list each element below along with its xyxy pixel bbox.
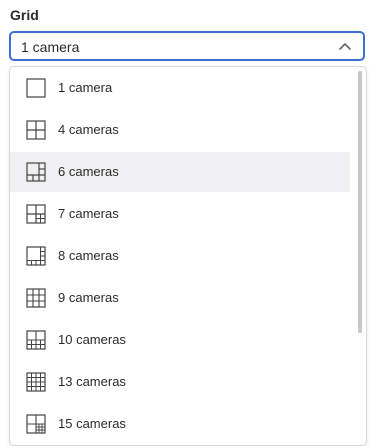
grid-10-icon	[26, 330, 46, 350]
option-8-cameras[interactable]: 8 cameras	[10, 236, 350, 276]
grid-dropdown-list[interactable]: 1 camera 4 cameras 6 cameras 7 cameras 8…	[9, 66, 367, 446]
option-label: 9 cameras	[58, 290, 119, 305]
option-label: 15 cameras	[58, 416, 126, 431]
grid-7-icon	[26, 204, 46, 224]
option-label: 4 cameras	[58, 122, 119, 137]
option-label: 1 camera	[58, 80, 113, 95]
field-label: Grid	[10, 7, 39, 23]
grid-1-icon	[26, 78, 46, 98]
option-7-cameras[interactable]: 7 cameras	[10, 194, 350, 234]
option-9-cameras[interactable]: 9 cameras	[10, 278, 350, 318]
select-value: 1 camera	[21, 39, 80, 55]
option-label: 10 cameras	[58, 332, 126, 347]
option-13-cameras[interactable]: 13 cameras	[10, 362, 350, 402]
grid-9-icon	[26, 288, 46, 308]
option-label: 6 cameras	[58, 164, 119, 179]
option-4-cameras[interactable]: 4 cameras	[10, 110, 350, 150]
grid-4-icon	[26, 120, 46, 140]
option-label: 13 cameras	[58, 374, 126, 389]
grid-13-icon	[26, 372, 46, 392]
grid-select[interactable]: 1 camera	[9, 31, 365, 61]
grid-6-icon	[26, 162, 46, 182]
option-1-camera[interactable]: 1 camera	[10, 68, 350, 108]
option-6-cameras[interactable]: 6 cameras	[10, 152, 350, 192]
chevron-up-icon	[339, 43, 351, 50]
option-10-cameras[interactable]: 10 cameras	[10, 320, 350, 360]
dropdown-scrollbar[interactable]	[358, 71, 362, 333]
grid-8-icon	[26, 246, 46, 266]
option-label: 8 cameras	[58, 248, 119, 263]
option-label: 7 cameras	[58, 206, 119, 221]
option-15-cameras[interactable]: 15 cameras	[10, 404, 350, 444]
grid-15-icon	[26, 414, 46, 434]
